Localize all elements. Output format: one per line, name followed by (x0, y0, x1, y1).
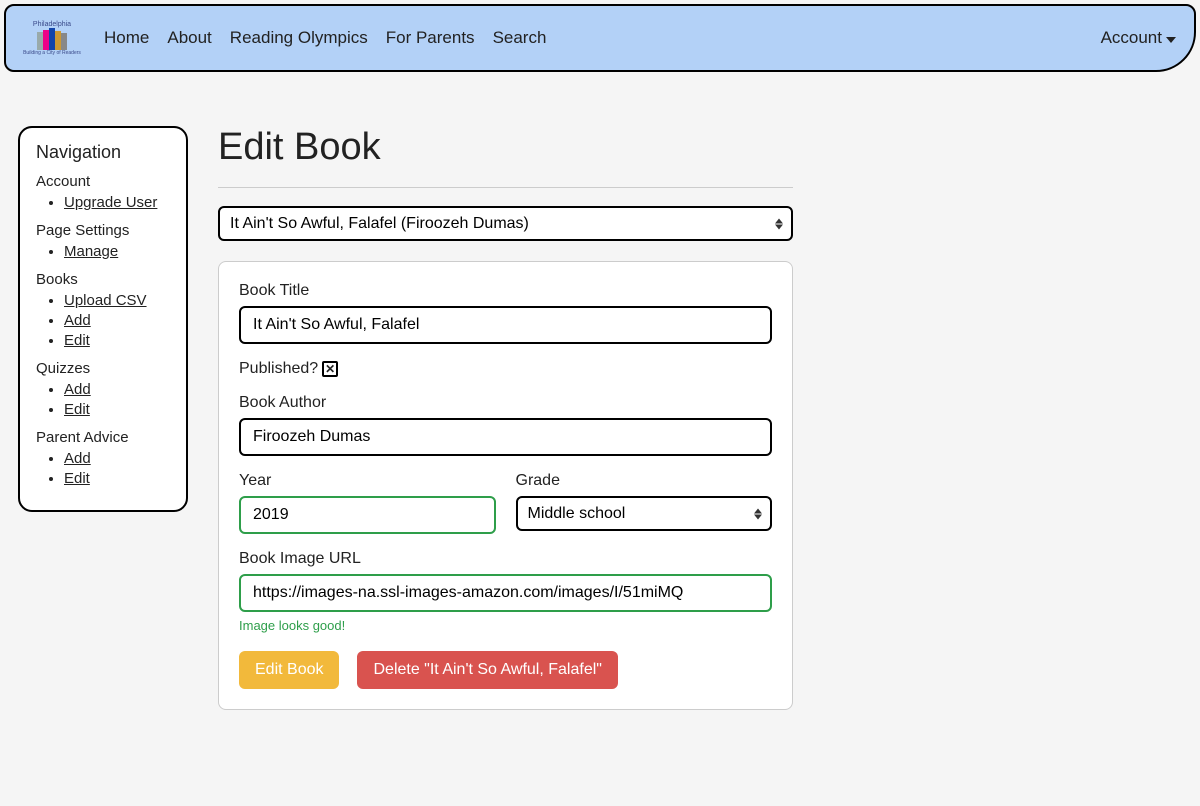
sidebar-item-books-add[interactable]: Add (64, 312, 91, 329)
nav-link-search[interactable]: Search (493, 28, 547, 48)
sidebar-item-books-edit[interactable]: Edit (64, 332, 90, 349)
nav-link-for-parents[interactable]: For Parents (386, 28, 475, 48)
book-title-input[interactable] (239, 306, 772, 344)
sidebar-item-manage[interactable]: Manage (64, 243, 118, 260)
sidebar-section-parent-advice: Parent Advice (36, 429, 170, 446)
published-label: Published? (239, 360, 318, 378)
brand-books-icon (37, 28, 67, 50)
brand-logo[interactable]: Philadelphia Building a City of Readers (24, 15, 80, 61)
sidebar: Navigation Account Upgrade User Page Set… (18, 126, 188, 512)
chevron-down-icon (1166, 37, 1176, 43)
sidebar-item-quizzes-add[interactable]: Add (64, 381, 91, 398)
sidebar-item-parent-advice-add[interactable]: Add (64, 450, 91, 467)
sidebar-item-parent-advice-edit[interactable]: Edit (64, 470, 90, 487)
image-url-input[interactable] (239, 574, 772, 612)
image-url-label: Book Image URL (239, 550, 772, 568)
image-valid-message: Image looks good! (239, 618, 772, 633)
sidebar-section-page-settings: Page Settings (36, 222, 170, 239)
year-input[interactable] (239, 496, 496, 534)
year-label: Year (239, 472, 496, 490)
sidebar-section-account: Account (36, 173, 170, 190)
main-content: Edit Book It Ain't So Awful, Falafel (Fi… (218, 126, 793, 710)
sidebar-item-upgrade-user[interactable]: Upgrade User (64, 194, 157, 211)
edit-book-button[interactable]: Edit Book (239, 651, 339, 689)
nav-link-about[interactable]: About (167, 28, 211, 48)
top-navbar: Philadelphia Building a City of Readers … (4, 4, 1196, 72)
nav-links: Home About Reading Olympics For Parents … (104, 28, 546, 48)
book-title-label: Book Title (239, 282, 772, 300)
sidebar-item-upload-csv[interactable]: Upload CSV (64, 292, 147, 309)
sidebar-item-quizzes-edit[interactable]: Edit (64, 401, 90, 418)
nav-link-reading-olympics[interactable]: Reading Olympics (230, 28, 368, 48)
divider (218, 187, 793, 188)
sidebar-section-books: Books (36, 271, 170, 288)
brand-bottom-text: Building a City of Readers (23, 50, 81, 56)
book-author-label: Book Author (239, 394, 772, 412)
book-select[interactable]: It Ain't So Awful, Falafel (Firoozeh Dum… (218, 206, 793, 241)
published-checkbox[interactable]: ✕ (322, 361, 338, 377)
sidebar-section-quizzes: Quizzes (36, 360, 170, 377)
account-dropdown[interactable]: Account (1101, 28, 1176, 48)
book-author-input[interactable] (239, 418, 772, 456)
nav-link-home[interactable]: Home (104, 28, 149, 48)
page-title: Edit Book (218, 126, 793, 169)
book-select-wrapper: It Ain't So Awful, Falafel (Firoozeh Dum… (218, 206, 793, 241)
delete-book-button[interactable]: Delete "It Ain't So Awful, Falafel" (357, 651, 617, 689)
edit-book-form: Book Title Published? ✕ Book Author Year… (218, 261, 793, 710)
sidebar-title: Navigation (36, 142, 170, 163)
grade-label: Grade (516, 472, 773, 490)
grade-select[interactable]: Middle school (516, 496, 773, 531)
brand-top-text: Philadelphia (33, 21, 71, 28)
account-label: Account (1101, 28, 1162, 48)
